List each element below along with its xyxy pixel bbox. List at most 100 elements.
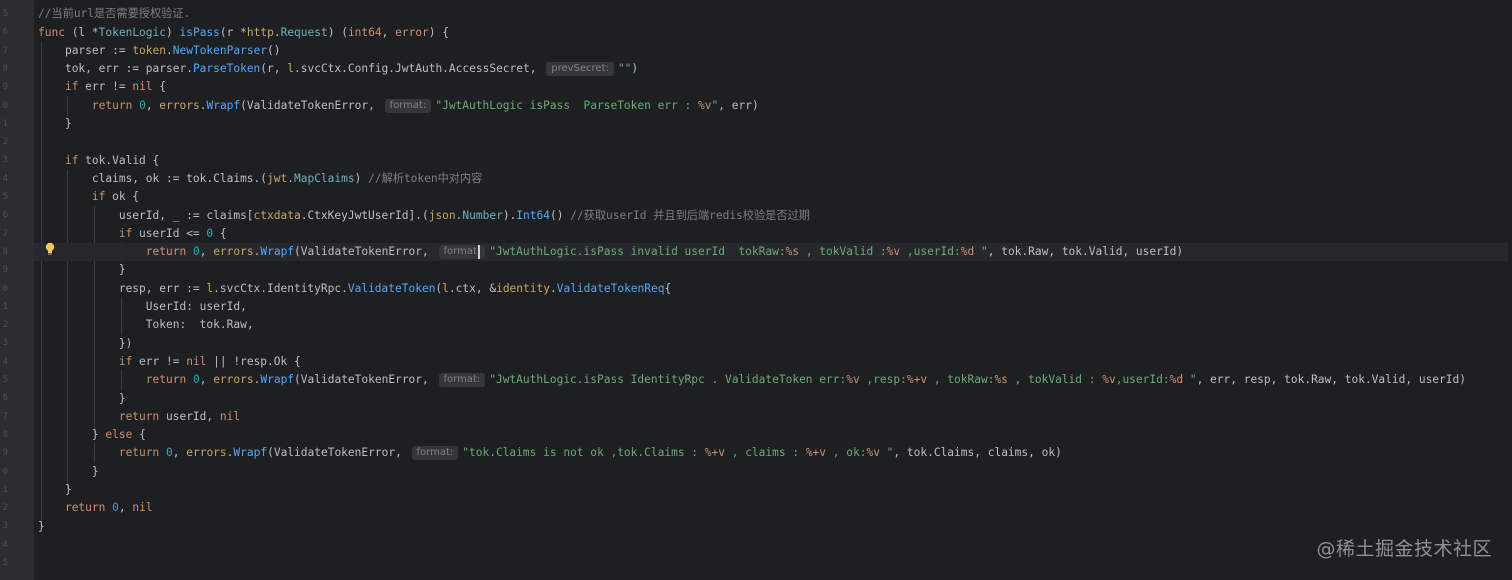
watermark: @稀土掘金技术社区 xyxy=(1316,538,1492,560)
code-line[interactable]: } xyxy=(38,390,1508,408)
code-line[interactable]: if ok { xyxy=(38,188,1508,206)
lightbulb-icon[interactable] xyxy=(44,242,56,256)
line-number: 0 xyxy=(2,100,8,111)
function-name: Wrapf xyxy=(260,373,295,387)
line-number: 7 xyxy=(2,228,8,239)
code-text: ) xyxy=(631,62,639,76)
package-name: errors xyxy=(213,373,254,387)
string-literal: "JwtAuthLogic isPass ParseToken err : xyxy=(435,98,699,112)
code-text: { xyxy=(132,428,146,442)
line-number: 5 xyxy=(2,9,8,19)
string-literal: "" xyxy=(617,62,632,76)
code-line[interactable]: func (l *TokenLogic) isPass(r *http.Requ… xyxy=(38,24,1508,42)
function-name: Wrapf xyxy=(260,245,295,259)
code-text: } xyxy=(118,391,126,405)
function-name: NewTokenParser xyxy=(172,43,268,57)
keyword: if xyxy=(91,190,106,204)
code-line[interactable]: return 0, nil xyxy=(38,499,1508,517)
function-name: isPass xyxy=(179,25,220,39)
code-line[interactable]: return 0, errors.Wrapf(ValidateTokenErro… xyxy=(38,97,1508,115)
string-literal: ,resp: xyxy=(859,373,907,387)
code-line[interactable]: if tok.Valid { xyxy=(38,152,1508,170)
code-line[interactable]: parser := token.NewTokenParser() xyxy=(38,42,1508,60)
parameter-hint: format: xyxy=(411,446,459,461)
line-number: 7 xyxy=(2,45,8,56)
code-line[interactable]: }) xyxy=(38,335,1508,353)
code-text: { xyxy=(213,226,227,240)
code-line[interactable]: tok, err := parser.ParseToken(r, l.svcCt… xyxy=(38,60,1508,78)
code-text: ) ( xyxy=(327,25,348,39)
line-number: 3 xyxy=(2,521,8,532)
line-number: 1 xyxy=(2,484,8,495)
code-text: .svcCtx.Config.JwtAuth.AccessSecret, xyxy=(294,62,544,76)
code-line[interactable]: //当前url是否需要授权验证. xyxy=(38,5,1508,23)
code-text: }) xyxy=(118,336,133,350)
string-literal: " xyxy=(1183,373,1197,387)
code-line[interactable]: claims, ok := tok.Claims.(jwt.MapClaims)… xyxy=(38,170,1508,188)
code-line[interactable] xyxy=(38,133,1508,151)
function-name: ParseToken xyxy=(192,62,261,76)
code-line[interactable]: } xyxy=(38,518,1508,536)
line-number: 7 xyxy=(2,411,8,422)
line-number: 6 xyxy=(2,210,8,221)
code-text: () xyxy=(267,43,281,57)
code-line[interactable]: return 0, errors.Wrapf(ValidateTokenErro… xyxy=(38,371,1508,389)
code-text: err != xyxy=(78,80,133,94)
line-number: 0 xyxy=(2,466,8,477)
keyword: func xyxy=(38,25,65,39)
code-line[interactable]: } xyxy=(38,463,1508,481)
function-name: Wrapf xyxy=(233,446,268,460)
line-number: 5 xyxy=(2,192,8,202)
parameter-hint: format: xyxy=(384,98,432,113)
code-line[interactable]: resp, err := l.svcCtx.IdentityRpc.Valida… xyxy=(38,280,1508,298)
function-name: Int64 xyxy=(516,208,550,222)
line-number: 3 xyxy=(2,338,8,349)
code-line[interactable]: return 0, errors.Wrapf(ValidateTokenErro… xyxy=(38,444,1508,462)
line-number: 8 xyxy=(2,429,8,440)
keyword: if xyxy=(118,354,133,368)
code-line[interactable]: UserId: userId, xyxy=(38,298,1508,316)
code-line[interactable]: } else { xyxy=(38,426,1508,444)
format-verb: %v xyxy=(846,373,860,387)
package-name: errors xyxy=(186,446,227,460)
code-line[interactable]: Token: tok.Raw, xyxy=(38,316,1508,334)
package-name: http xyxy=(246,25,274,39)
code-text: .ctx, & xyxy=(448,281,497,295)
code-line[interactable]: if err != nil || !resp.Ok { xyxy=(38,353,1508,371)
format-verb: %v xyxy=(698,98,712,112)
string-literal: "JwtAuthLogic.isPass invalid userId tokR… xyxy=(489,245,786,259)
format-verb: %d xyxy=(1169,373,1184,387)
format-verb: %s xyxy=(785,245,800,259)
keyword: if xyxy=(64,153,79,167)
string-literal: , tokRaw: xyxy=(927,373,995,387)
code-text: , xyxy=(145,98,160,112)
code-line[interactable]: } xyxy=(38,115,1508,133)
code-line[interactable]: if userId <= 0 { xyxy=(38,225,1508,243)
format-verb: %d xyxy=(960,245,975,259)
current-code-line[interactable]: return 0, errors.Wrapf(ValidateTokenErro… xyxy=(34,243,1508,262)
keyword: return xyxy=(91,98,133,112)
number-literal: 0 xyxy=(192,245,200,259)
code-line[interactable]: userId, _ := claims[ctxdata.CtxKeyJwtUse… xyxy=(38,207,1508,225)
code-text: resp, err := xyxy=(118,281,207,295)
line-number: 9 xyxy=(2,82,8,93)
type-name: TokenLogic xyxy=(98,25,166,39)
code-text: Token: tok.Raw, xyxy=(145,318,254,332)
code-text: userId <= xyxy=(132,226,207,240)
code-text: , xyxy=(172,446,187,460)
code-text: ok { xyxy=(105,190,140,204)
code-text: , tok.Claims, claims, ok) xyxy=(893,446,1062,460)
code-editor[interactable]: //当前url是否需要授权验证. func (l *TokenLogic) is… xyxy=(34,0,1512,580)
code-line[interactable]: } xyxy=(38,261,1508,279)
code-comment: //获取userId 并且到后端redis校验是否过期 xyxy=(570,208,810,222)
package-name: jwt xyxy=(267,171,288,185)
function-name: Wrapf xyxy=(206,98,241,112)
package-name: errors xyxy=(159,98,200,112)
code-line[interactable]: return userId, nil xyxy=(38,408,1508,426)
code-text: (r, xyxy=(260,62,288,76)
code-line[interactable]: if err != nil { xyxy=(38,78,1508,96)
keyword: nil xyxy=(186,354,207,368)
code-line[interactable]: } xyxy=(38,481,1508,499)
line-number: 8 xyxy=(2,246,8,257)
code-text: || !resp.Ok { xyxy=(206,354,301,368)
